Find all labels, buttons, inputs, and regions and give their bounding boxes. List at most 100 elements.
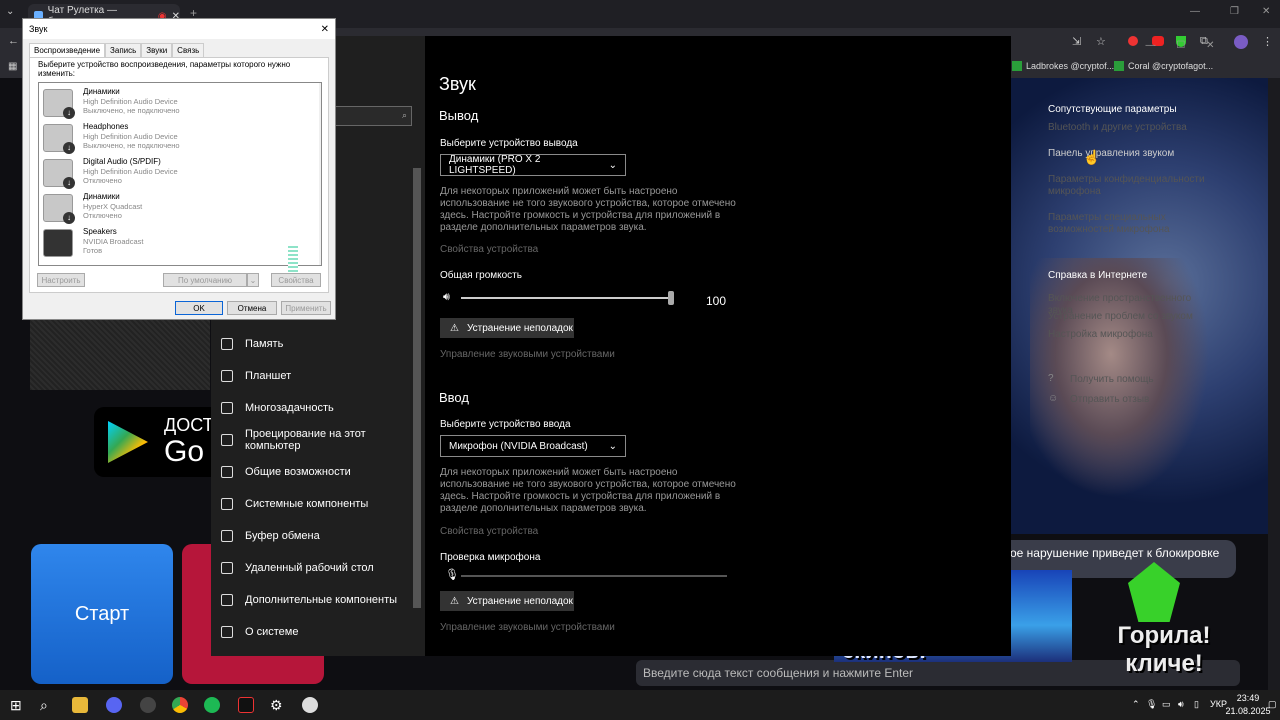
feedback-icon: ☺ <box>1048 393 1059 404</box>
related-link-bluetooth[interactable]: Bluetooth и другие устройства <box>1048 122 1218 134</box>
get-help-link[interactable]: Получить помощь <box>1070 374 1218 386</box>
file-explorer-icon[interactable] <box>72 697 88 713</box>
sidebar-item[interactable]: Системные компоненты <box>211 488 411 520</box>
settings-gear-icon[interactable]: ⚙ <box>270 697 286 713</box>
device-row[interactable]: Speakers NVIDIA Broadcast Готов <box>43 227 309 263</box>
network-icon[interactable]: ▭ <box>1162 699 1171 710</box>
sidebar-item[interactable]: Многозадачность <box>211 392 411 424</box>
battery-icon[interactable]: ▯ <box>1194 699 1199 710</box>
input-manage-link[interactable]: Управление звуковыми устройствами <box>440 622 615 633</box>
spotify-icon[interactable] <box>204 697 220 713</box>
input-section-title: Ввод <box>439 390 469 405</box>
discord-icon[interactable] <box>106 697 122 713</box>
input-properties-link[interactable]: Свойства устройства <box>440 526 538 537</box>
device-status: Отключено <box>83 211 122 220</box>
device-row[interactable]: ↓ Динамики High Definition Audio Device Вык… <box>43 87 309 123</box>
help-link-mic-setup[interactable]: Настройка микрофона <box>1048 329 1218 341</box>
default-dropdown-icon[interactable]: ⌄ <box>247 273 259 287</box>
apply-button[interactable]: Применить <box>281 301 331 315</box>
device-row[interactable]: ↓ Headphones High Definition Audio Device В… <box>43 122 309 158</box>
tray-chevron-icon[interactable]: ⌃ <box>1132 699 1140 710</box>
related-link-mic-accessibility[interactable]: Параметры специальных возможностей микро… <box>1048 212 1218 236</box>
tab-communications[interactable]: Связь <box>172 43 205 57</box>
menu-icon[interactable]: ⋮ <box>1262 35 1273 48</box>
ok-button[interactable]: OK <box>175 301 223 315</box>
device-row[interactable]: ↓ Динамики HyperX Quadcast Отключено <box>43 192 309 228</box>
device-list-scrollbar[interactable] <box>319 83 322 265</box>
input-device-dropdown[interactable]: Микрофон (NVIDIA Broadcast) ⌄ <box>440 435 626 457</box>
sidebar-item[interactable]: Планшет <box>211 360 411 392</box>
feedback-link[interactable]: Отправить отзыв <box>1070 394 1218 406</box>
close-icon[interactable]: ✕ <box>321 24 335 35</box>
chrome-icon[interactable] <box>172 697 188 713</box>
sidebar-item[interactable]: О системе <box>211 616 411 648</box>
tab-menu-icon[interactable]: ⌄ <box>6 6 22 22</box>
clock-date[interactable]: 21.08.2025 <box>1222 706 1274 716</box>
output-description: Для некоторых приложений может быть наст… <box>440 186 736 233</box>
device-status: Выключено, не подключено <box>83 106 180 115</box>
output-device-dropdown[interactable]: Динамики (PRO X 2 LIGHTSPEED) ⌄ <box>440 154 626 176</box>
sound-app-icon[interactable] <box>302 697 318 713</box>
set-default-button[interactable]: По умолчанию <box>163 273 247 287</box>
device-name: Динамики <box>83 87 120 96</box>
close-icon[interactable]: ✕ <box>1262 6 1270 17</box>
output-manage-link[interactable]: Управление звуковыми устройствами <box>440 349 615 360</box>
apps-icon[interactable]: ▦ <box>8 61 17 72</box>
sidebar-item-label: Планшет <box>245 370 292 382</box>
device-status: Выключено, не подключено <box>83 141 180 150</box>
output-troubleshoot-button[interactable]: ⚠ Устранение неполадок <box>440 318 574 338</box>
tab-playback[interactable]: Воспроизведение <box>29 43 106 57</box>
tab-sounds[interactable]: Звуки <box>141 43 173 57</box>
windows-start-icon[interactable]: ⊞ <box>10 697 26 713</box>
tab-recording[interactable]: Запись <box>105 43 142 57</box>
scroll-thumb[interactable] <box>321 95 322 175</box>
sidebar-item[interactable]: Удаленный рабочий стол <box>211 552 411 584</box>
level-meter <box>288 246 298 272</box>
related-settings-column: Сопутствующие параметры Bluetooth и друг… <box>1048 36 1218 456</box>
volume-slider[interactable] <box>461 297 671 299</box>
sidebar-item[interactable]: Проецирование на этот компьютер <box>211 424 411 456</box>
sidebar-item-label: Многозадачность <box>245 402 334 414</box>
app-icon[interactable] <box>140 697 156 713</box>
maximize-icon[interactable]: ❐ <box>1230 6 1239 17</box>
start-button[interactable]: Старт <box>31 544 173 684</box>
output-properties-link[interactable]: Свойства устройства <box>440 244 538 255</box>
related-link-mic-privacy[interactable]: Параметры конфиденциальности микрофона <box>1048 174 1218 198</box>
sidebar-item[interactable]: Дополнительные компоненты <box>211 584 411 616</box>
back-icon[interactable]: ← <box>8 35 19 47</box>
cancel-button[interactable]: Отмена <box>227 301 277 315</box>
device-row[interactable]: ↓ Digital Audio (S/PDIF) High Definition A… <box>43 157 309 193</box>
sound-settings-main: — ☐ ✕ Звук Вывод Выберите устройство выв… <box>425 36 1215 656</box>
device-list[interactable]: ↓ Динамики High Definition Audio Device Вык… <box>38 82 322 266</box>
search-icon[interactable]: ⌕ <box>40 697 56 713</box>
sidebar-item[interactable]: Буфер обмена <box>211 520 411 552</box>
profile-avatar[interactable] <box>1234 35 1248 49</box>
warning-icon: ⚠ <box>450 595 459 607</box>
sidebar-item-label: Системные компоненты <box>245 498 369 510</box>
related-link-sound-panel[interactable]: Панель управления звуком <box>1048 148 1218 160</box>
speaker-icon[interactable]: 🔊︎ <box>443 291 450 304</box>
sidebar-item-label: Дополнительные компоненты <box>245 594 398 606</box>
page-title: Звук <box>439 74 476 94</box>
device-driver: HyperX Quadcast <box>83 202 143 211</box>
settings-search-input[interactable]: ⌕ <box>330 106 412 126</box>
configure-button[interactable]: Настроить <box>37 273 85 287</box>
properties-button[interactable]: Свойства <box>271 273 321 287</box>
page-scrollbar[interactable] <box>1268 78 1280 690</box>
volume-tray-icon[interactable]: 🔊︎ <box>1178 699 1184 710</box>
mouse-cursor-icon: ☝ <box>1083 149 1101 165</box>
mic-tray-icon[interactable]: 🎙︎ <box>1146 699 1157 710</box>
bookmark-icon <box>1012 61 1022 71</box>
volume-slider-thumb[interactable] <box>668 291 674 305</box>
notifications-icon[interactable]: ▢ <box>1268 699 1277 710</box>
minimize-icon[interactable]: — <box>1190 6 1200 17</box>
tiktok-icon[interactable] <box>238 697 254 713</box>
sidebar-item[interactable]: Память <box>211 328 411 360</box>
clock-time[interactable]: 23:49 <box>1228 693 1268 703</box>
related-title: Сопутствующие параметры <box>1048 104 1177 115</box>
input-troubleshoot-button[interactable]: ⚠ Устранение неполадок <box>440 591 574 611</box>
output-select-label: Выберите устройство вывода <box>440 138 578 149</box>
sidebar-item[interactable]: Общие возможности <box>211 456 411 488</box>
sidebar-scrollbar[interactable] <box>413 168 421 608</box>
help-link-troubleshoot[interactable]: Устранение проблем со звуком <box>1048 311 1218 323</box>
